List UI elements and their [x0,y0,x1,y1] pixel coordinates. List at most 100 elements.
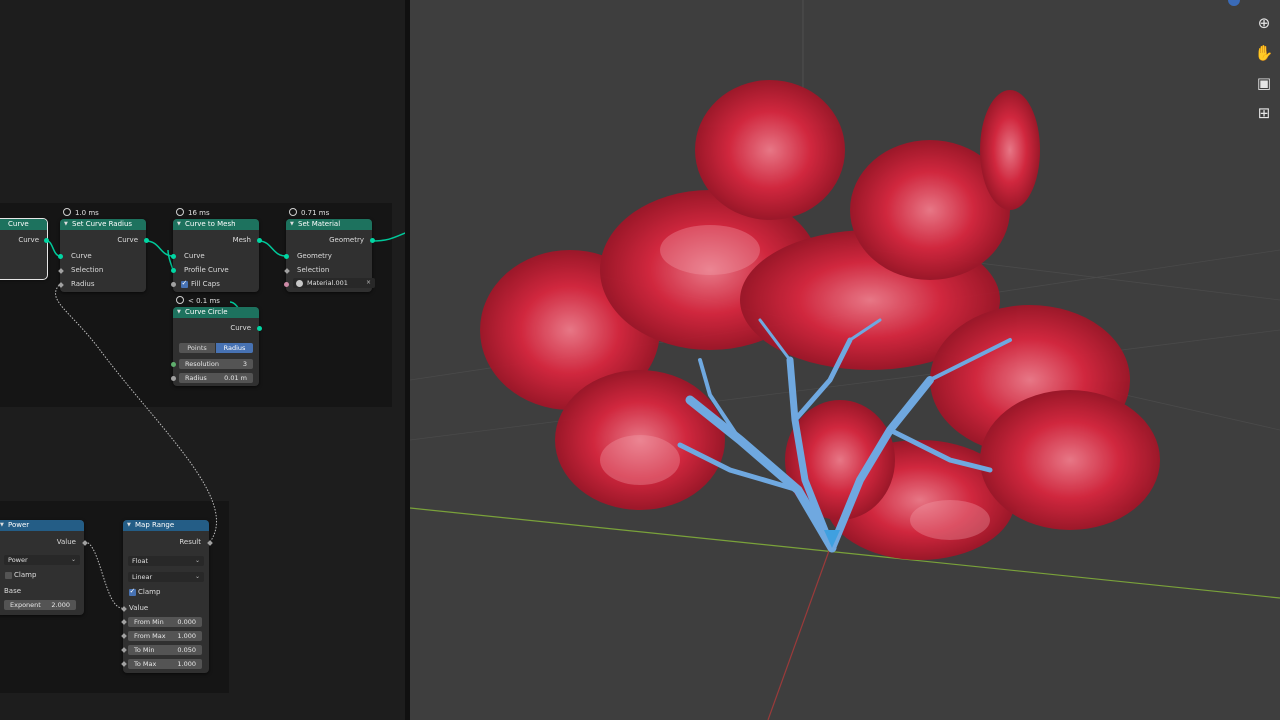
hand-pan-icon[interactable]: ✋ [1253,42,1275,64]
output-socket[interactable] [257,238,262,243]
field-value: 0.000 [177,618,196,626]
input-socket[interactable] [121,619,127,625]
input-socket[interactable] [171,282,176,287]
input-label: Profile Curve [184,266,229,274]
tree-foliage [480,80,1160,560]
grid-perspective-icon[interactable]: ⊞ [1253,102,1275,124]
node-header[interactable]: Curve [0,219,47,230]
input-socket[interactable] [121,633,127,639]
node-title: Set Material [298,220,341,228]
input-socket[interactable] [171,376,176,381]
output-socket[interactable] [370,238,375,243]
clamp-checkbox[interactable] [129,587,136,596]
node-editor[interactable]: Curve Curve 1.0 ms ▼ Set Curve Radius Cur… [0,0,405,720]
node-power[interactable]: ▼ Power Value Power ⌄ Clamp Base Exponent … [0,520,88,615]
output-socket[interactable] [144,238,149,243]
node-header[interactable]: ▼ Curve to Mesh [173,219,259,230]
material-name: Material.001 [307,279,348,287]
resolution-field[interactable]: Resolution 3 [179,359,253,369]
collapse-arrow-icon[interactable]: ▼ [290,219,294,230]
clear-material-icon[interactable]: × [366,278,371,288]
field-value: 0.01 m [224,374,247,382]
output-label: Curve [230,324,251,332]
node-title: Power [8,521,30,529]
clamp-label: Clamp [138,588,161,596]
input-socket[interactable] [171,268,176,273]
field-value: 1.000 [177,632,196,640]
to-max-field[interactable]: To Max 1.000 [128,659,202,669]
input-socket[interactable] [121,647,127,653]
input-socket[interactable] [58,254,63,259]
data-type-dropdown[interactable]: Float ⌄ [128,556,204,566]
output-label: Result [179,538,201,546]
input-socket[interactable] [284,254,289,259]
output-socket[interactable] [257,326,262,331]
from-max-field[interactable]: From Max 1.000 [128,631,202,641]
output-label: Curve [18,236,39,244]
field-label: Resolution [185,360,219,368]
zoom-icon[interactable]: ⊕ [1253,12,1275,34]
collapse-arrow-icon[interactable]: ▼ [64,219,68,230]
clock-icon [63,208,71,216]
input-label: Selection [297,266,330,274]
clamp-checkbox[interactable] [5,572,12,579]
input-socket[interactable] [171,254,176,259]
input-label: Selection [71,266,104,274]
node-map-range[interactable]: ▼ Map Range Result Float ⌄ Linear ⌄ Clamp V… [121,520,213,673]
collapse-arrow-icon[interactable]: ▼ [177,219,181,230]
field-value: 1.000 [177,660,196,668]
field-label: To Max [134,660,157,668]
exponent-field[interactable]: Exponent 2.000 [4,600,76,610]
clock-icon [289,208,297,216]
mode-radius-button[interactable]: Radius [216,343,253,353]
input-socket[interactable] [284,282,289,287]
field-label: Exponent [10,601,41,609]
collapse-arrow-icon[interactable]: ▼ [0,520,4,531]
node-set-material[interactable]: ▼ Set Material Geometry Geometry Selectio… [284,219,375,292]
chevron-down-icon: ⌄ [70,556,76,563]
collapse-arrow-icon[interactable]: ▼ [127,520,131,531]
input-label: Curve [184,252,205,260]
node-title: Map Range [135,521,175,529]
chevron-down-icon: ⌄ [194,573,200,580]
node-curve-circle[interactable]: ▼ Curve Circle Curve Points Radius Resolu… [171,307,262,386]
node-title: Set Curve Radius [72,220,133,228]
radius-field[interactable]: Radius 0.01 m [179,373,253,383]
node-header[interactable]: ▼ Set Curve Radius [60,219,146,230]
node-timing: 0.71 ms [289,208,329,217]
node-title: Curve [8,220,29,228]
node-curve[interactable]: Curve Curve [0,218,49,280]
chevron-down-icon: ⌄ [194,557,200,564]
field-label: Radius [185,374,207,382]
node-header[interactable]: ▼ Set Material [286,219,372,230]
node-header[interactable]: ▼ Curve Circle [173,307,259,318]
interpolation-dropdown[interactable]: Linear ⌄ [128,572,204,582]
material-ball-icon [296,279,303,287]
node-set-curve-radius[interactable]: ▼ Set Curve Radius Curve Curve Selection … [58,219,149,292]
clock-icon [176,296,184,304]
mode-points-button[interactable]: Points [179,343,215,353]
dropdown-value: Power [8,556,28,564]
input-label: Radius [71,280,95,288]
input-socket[interactable] [121,661,127,667]
x-axis-line [767,547,831,720]
node-header[interactable]: ▼ Map Range [123,520,209,531]
node-header[interactable]: ▼ Power [0,520,84,531]
to-min-field[interactable]: To Min 0.050 [128,645,202,655]
output-socket[interactable] [44,238,49,243]
3d-viewport[interactable]: ⊕ ✋ ▣ ⊞ [410,0,1280,720]
output-label: Geometry [329,236,364,244]
node-curve-to-mesh[interactable]: ▼ Curve to Mesh Mesh Curve Profile Curve … [171,219,262,292]
input-socket[interactable] [171,362,176,367]
dropdown-value: Float [132,557,149,565]
output-label: Curve [117,236,138,244]
fill-caps-checkbox[interactable] [181,279,188,288]
from-min-field[interactable]: From Min 0.000 [128,617,202,627]
value-label: Value [129,604,149,612]
camera-icon[interactable]: ▣ [1253,72,1275,94]
operation-dropdown[interactable]: Power ⌄ [4,555,80,565]
node-title: Curve Circle [185,308,228,316]
collapse-arrow-icon[interactable]: ▼ [177,307,181,318]
field-label: From Max [134,632,166,640]
material-selector[interactable]: Material.001 × [293,278,375,288]
